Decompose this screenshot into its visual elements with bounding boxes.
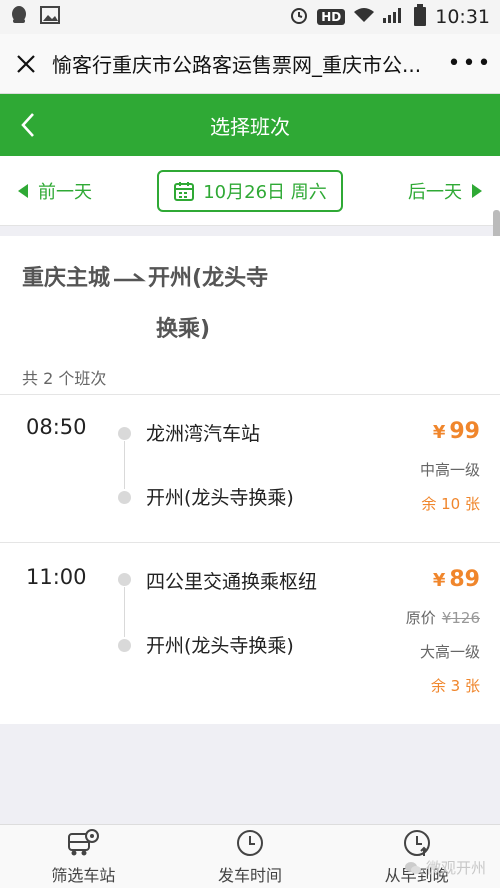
watermark: 微观开州 <box>404 857 486 878</box>
clock-time: 10:31 <box>435 6 490 28</box>
route-destination-line1: 开州(龙头寺 <box>148 266 269 291</box>
destination-dot <box>118 491 131 504</box>
alarm-icon <box>289 5 309 30</box>
browser-title: 愉客行重庆市公路客运售票网_重庆市公... <box>52 53 422 77</box>
hd-badge: HD <box>317 9 346 25</box>
route-destination-line2: 换乘) <box>156 317 211 342</box>
route-summary: 重庆主城 开州(龙头寺 换乘) 共 2 个班次 <box>0 236 500 394</box>
origin-dot <box>118 573 131 586</box>
status-bar: HD 10:31 <box>0 0 500 34</box>
close-icon <box>17 54 35 73</box>
more-menu-button[interactable]: ••• <box>440 51 500 76</box>
departure-station: 龙洲湾汽车站 <box>146 423 261 445</box>
page-title: 选择班次 <box>210 114 290 139</box>
trip-row[interactable]: 08:50 龙洲湾汽车站 开州(龙头寺换乘) ¥99 中高一级 余 10 张 <box>0 394 500 542</box>
page-header: 选择班次 <box>0 94 500 156</box>
arrival-station: 开州(龙头寺换乘) <box>146 635 294 657</box>
route-origin: 重庆主城 <box>22 266 111 291</box>
departure-time-sort-button[interactable]: 发车时间 <box>167 825 334 888</box>
clock-up-icon <box>403 829 430 856</box>
trip-count: 共 2 个班次 <box>22 369 107 388</box>
gallery-icon <box>40 6 60 28</box>
ticket-price: ¥89 <box>432 567 480 592</box>
filter-station-label: 筛选车站 <box>51 865 116 885</box>
bus-filter-icon <box>68 828 100 855</box>
origin-dot <box>118 427 131 440</box>
bottom-toolbar: 筛选车站 发车时间 从早到晚 <box>0 824 500 888</box>
wifi-icon <box>353 6 375 28</box>
trip-row[interactable]: 11:00 四公里交通换乘枢纽 开州(龙头寺换乘) ¥89 原价 ¥126 大高一… <box>0 542 500 724</box>
signal-icon <box>383 6 405 28</box>
prev-day-button[interactable]: 前一天 <box>18 178 92 204</box>
ticket-price: ¥99 <box>432 419 480 444</box>
triangle-left-icon <box>18 183 28 198</box>
destination-dot <box>118 639 131 652</box>
chevron-left-icon <box>21 113 34 137</box>
filter-station-button[interactable]: 筛选车站 <box>0 825 167 888</box>
seats-remaining: 余 3 张 <box>430 677 480 695</box>
close-button[interactable] <box>0 54 52 74</box>
date-picker-button[interactable]: 10月26日 周六 <box>157 169 343 212</box>
original-price: 原价 ¥126 <box>405 609 480 627</box>
departure-station: 四公里交通换乘枢纽 <box>146 571 318 593</box>
wechat-icon <box>404 861 421 874</box>
bus-class: 中高一级 <box>419 461 480 479</box>
departure-time: 08:50 <box>26 415 87 439</box>
next-day-label: 后一天 <box>408 181 462 203</box>
bus-class: 大高一级 <box>419 643 480 661</box>
date-label: 10月26日 周六 <box>203 181 327 203</box>
arrival-station: 开州(龙头寺换乘) <box>146 487 294 509</box>
browser-title-bar: 愉客行重庆市公路客运售票网_重庆市公... ••• <box>0 34 500 94</box>
qq-icon <box>10 5 28 29</box>
seats-remaining: 余 10 张 <box>421 495 480 513</box>
route-line <box>124 441 125 489</box>
date-selector: 前一天 10月26日 周六 后一天 <box>0 156 500 226</box>
watermark-text: 微观开州 <box>425 859 486 877</box>
prev-day-label: 前一天 <box>38 181 92 203</box>
route-line <box>124 587 125 637</box>
back-button[interactable] <box>0 112 56 138</box>
triangle-right-icon <box>472 183 482 198</box>
battery-icon <box>413 3 427 31</box>
departure-time: 11:00 <box>26 565 87 589</box>
clock-icon <box>237 829 263 856</box>
calendar-icon <box>174 181 195 201</box>
next-day-button[interactable]: 后一天 <box>408 178 482 204</box>
departure-time-label: 发车时间 <box>218 865 283 885</box>
arrow-right-icon <box>112 260 146 311</box>
